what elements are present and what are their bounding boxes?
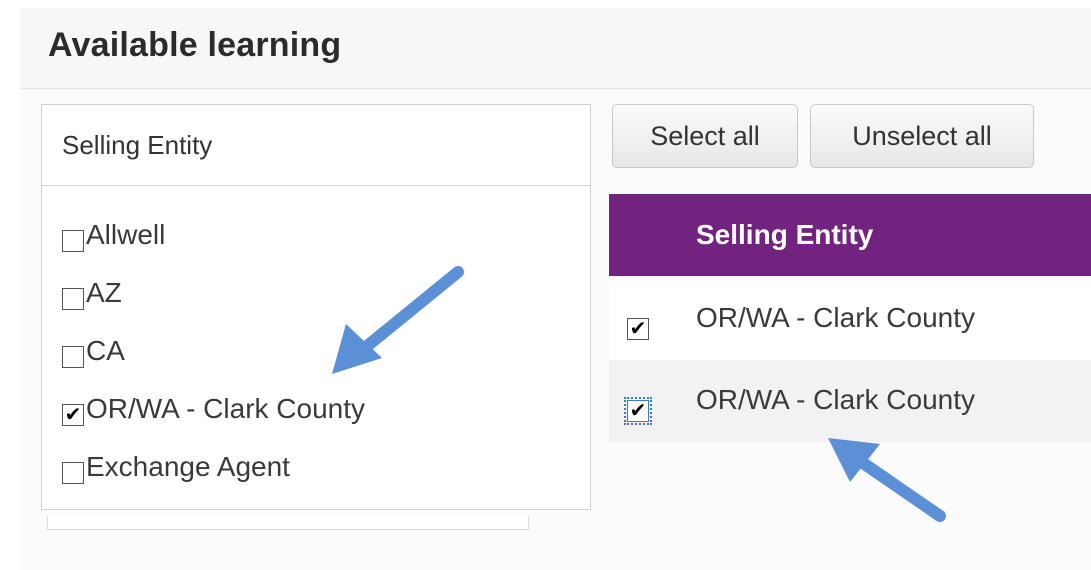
filter-item-label: OR/WA - Clark County <box>86 393 366 424</box>
selling-entity-filter: Selling Entity Allwell AZ CA ✔ OR/WA - C… <box>41 104 591 510</box>
grid-header: Selling Entity <box>609 194 1091 276</box>
filter-checkbox-az[interactable] <box>62 288 84 310</box>
row-label: OR/WA - Clark County <box>696 302 976 333</box>
checkmark-icon: ✔ <box>64 404 82 426</box>
filter-item-allwell[interactable]: Allwell <box>62 206 590 264</box>
filter-checkbox-or-wa-clark-county[interactable]: ✔ <box>62 404 84 426</box>
table-row[interactable]: ✔ OR/WA - Clark County <box>609 278 1091 360</box>
row-checkbox[interactable]: ✔ <box>627 318 649 340</box>
select-all-button[interactable]: Select all <box>612 104 798 168</box>
row-checkbox[interactable]: ✔ <box>624 397 652 425</box>
row-label: OR/WA - Clark County <box>696 384 976 415</box>
annotation-arrow-icon <box>332 266 464 374</box>
filter-item-exchange-agent[interactable]: Exchange Agent <box>62 438 590 496</box>
filter-item-label: CA <box>86 335 125 366</box>
checkmark-icon: ✔ <box>629 400 647 422</box>
annotation-arrow-icon <box>828 438 946 522</box>
checkmark-icon: ✔ <box>629 318 647 340</box>
filter-checkbox-allwell[interactable] <box>62 230 84 252</box>
filter-item-label: Allwell <box>86 219 166 250</box>
filter-checkbox-ca[interactable] <box>62 346 84 368</box>
filter-list: Allwell AZ CA ✔ OR/WA - Clark County Exc… <box>42 186 590 496</box>
filter-scrollbar[interactable] <box>47 516 529 530</box>
panel-title: Available learning <box>48 26 342 64</box>
filter-item-or-wa-clark-county[interactable]: ✔ OR/WA - Clark County <box>62 380 590 438</box>
unselect-all-button[interactable]: Unselect all <box>810 104 1034 168</box>
filter-checkbox-exchange-agent[interactable] <box>62 462 84 484</box>
filter-item-label: Exchange Agent <box>86 451 290 482</box>
grid-column-header-selling-entity[interactable]: Selling Entity <box>696 219 873 251</box>
filter-item-label: AZ <box>86 277 122 308</box>
filter-header: Selling Entity <box>42 105 590 186</box>
